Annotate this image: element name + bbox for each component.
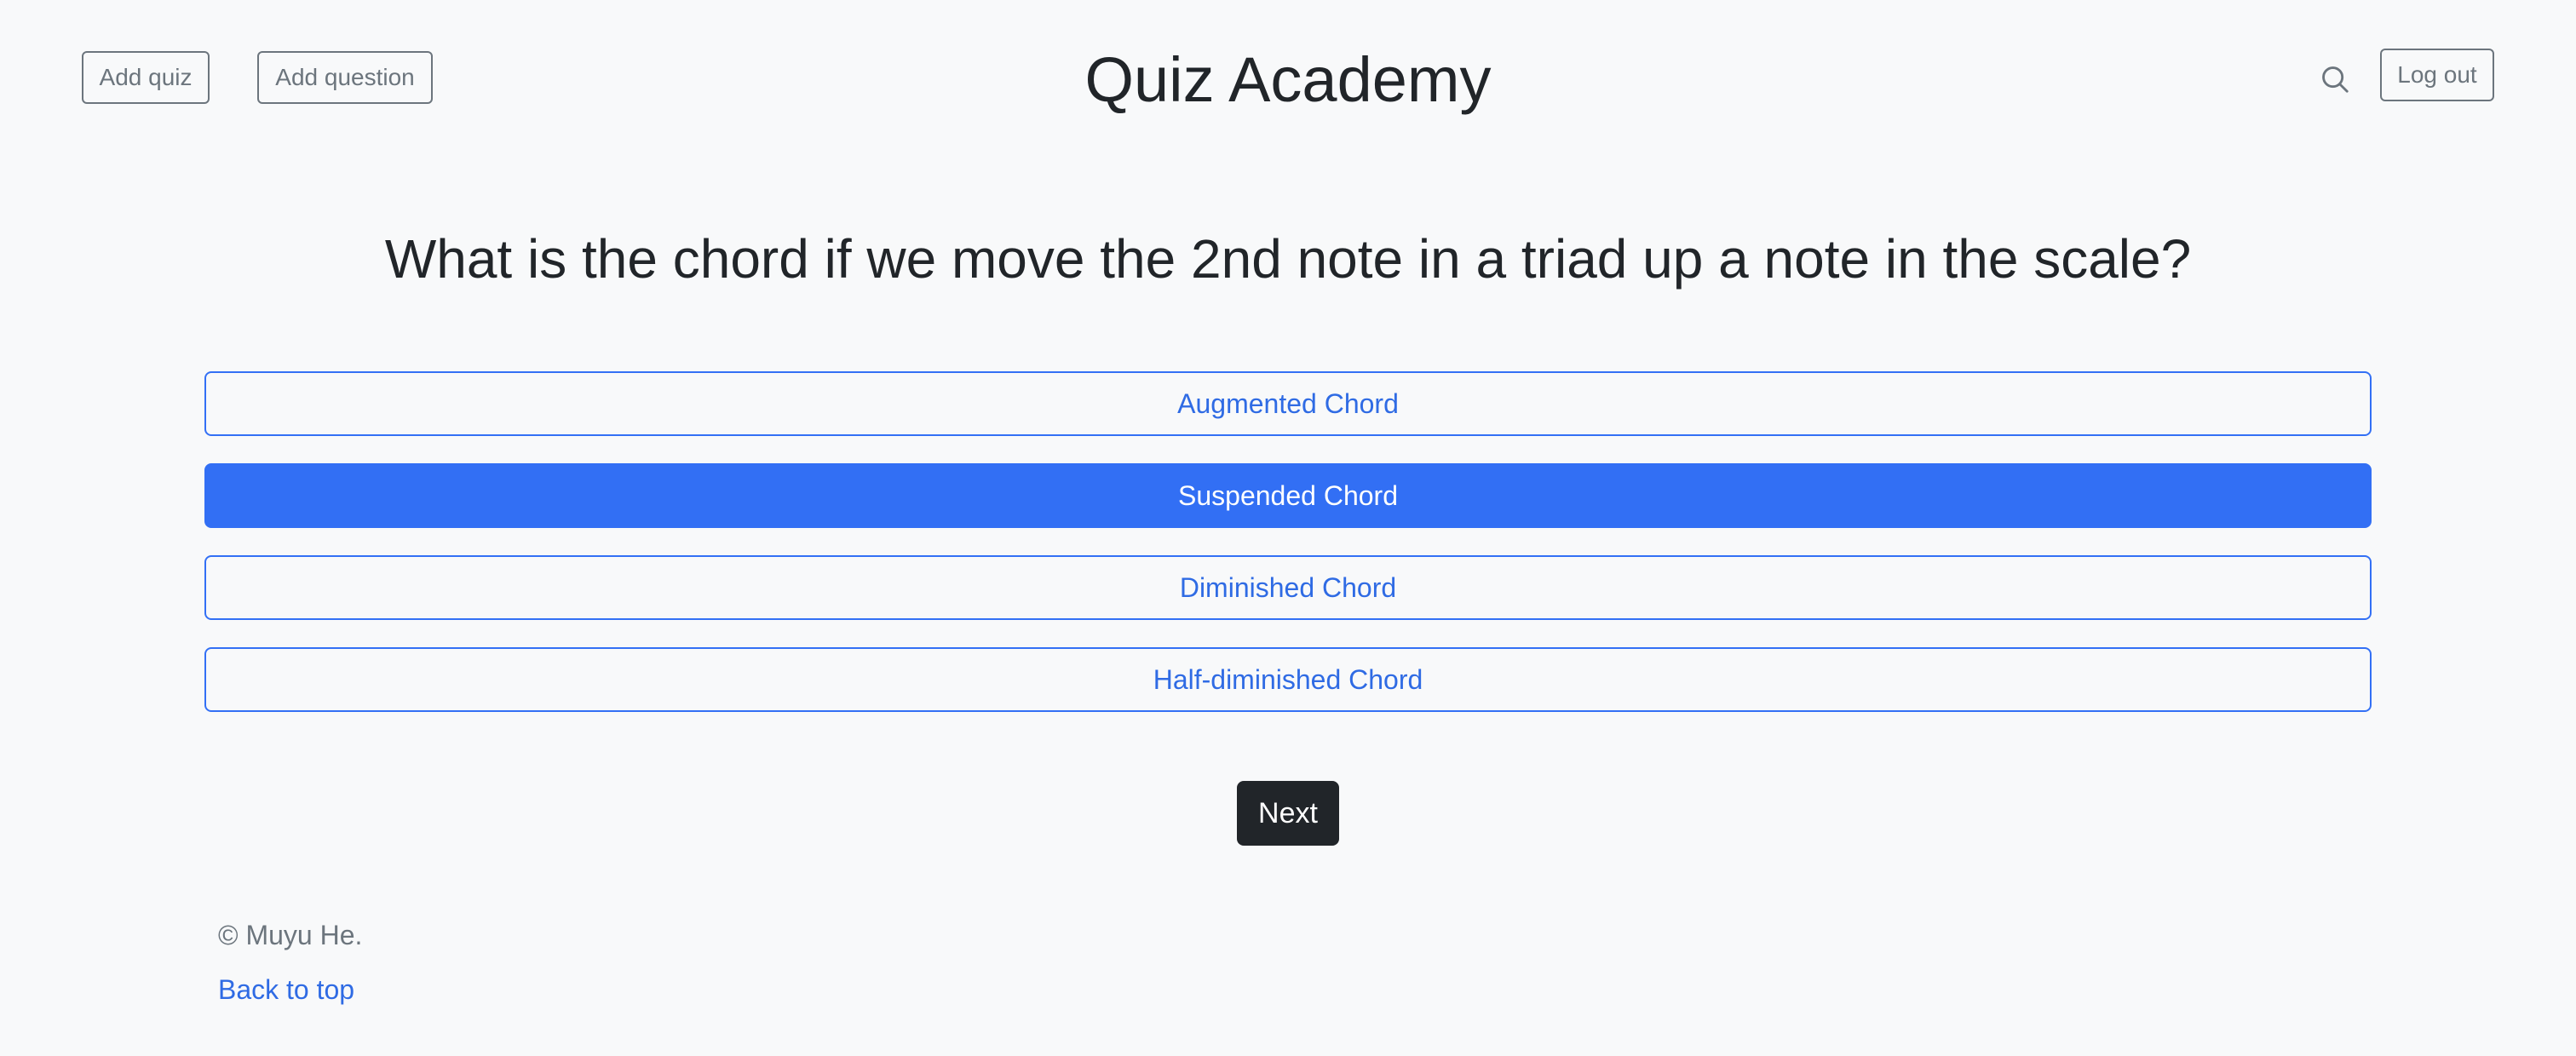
answer-list: Augmented Chord Suspended Chord Diminish… <box>204 371 2372 739</box>
question-text: What is the chord if we move the 2nd not… <box>384 228 2192 290</box>
logout-button[interactable]: Log out <box>2380 49 2494 101</box>
answer-option[interactable]: Augmented Chord <box>204 371 2372 436</box>
copyright-text: © Muyu He. <box>218 920 363 950</box>
page-footer: © Muyu He. Back to top <box>218 916 362 1008</box>
answer-option[interactable]: Suspended Chord <box>204 463 2372 528</box>
add-quiz-button[interactable]: Add quiz <box>82 51 210 104</box>
site-header: Add quiz Add question Quiz Academy Log o… <box>0 0 2576 158</box>
answer-option[interactable]: Diminished Chord <box>204 555 2372 620</box>
search-button[interactable] <box>2314 58 2356 100</box>
back-to-top-link[interactable]: Back to top <box>218 971 362 1008</box>
answer-option[interactable]: Half-diminished Chord <box>204 647 2372 712</box>
add-question-button[interactable]: Add question <box>257 51 433 104</box>
next-button[interactable]: Next <box>1237 781 1339 846</box>
search-icon <box>2322 66 2349 93</box>
